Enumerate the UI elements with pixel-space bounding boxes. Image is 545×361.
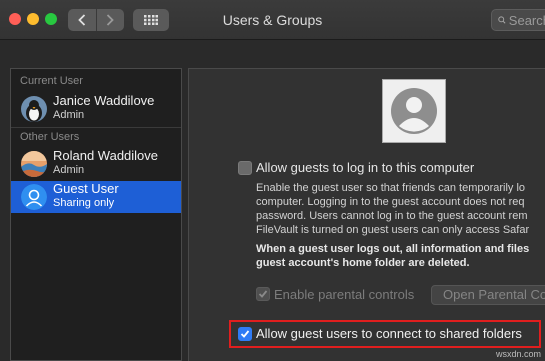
current-user-header: Current User [20, 75, 83, 87]
checkmark-icon [258, 290, 268, 298]
other-users-header: Other Users [20, 131, 80, 143]
divider [11, 127, 181, 128]
avatar [21, 184, 47, 210]
generic-user-icon [391, 88, 437, 134]
watermark: wsxdn.com [496, 349, 542, 359]
search-placeholder: Search [508, 12, 545, 28]
shared-folders-checkbox[interactable] [238, 327, 252, 341]
guest-description-line: Enable the guest user so that friends ca… [256, 182, 526, 194]
allow-guest-login-checkbox[interactable] [238, 161, 252, 175]
user-list-sidebar: Current User Janice Waddilove Admin Othe… [10, 68, 182, 361]
guest-picture[interactable] [382, 79, 446, 143]
checkmark-icon [240, 330, 250, 338]
parental-controls-label: Enable parental controls [274, 287, 415, 302]
user-item-roland[interactable]: Roland Waddilove Admin [11, 148, 181, 180]
penguin-avatar-icon [21, 96, 47, 122]
title-bar: Users & Groups Search [0, 0, 545, 40]
search-icon [498, 16, 506, 24]
navigation-buttons [68, 9, 124, 31]
guest-description-line: computer. Logging in to the guest accoun… [256, 196, 525, 208]
forward-button[interactable] [95, 9, 125, 31]
guest-user-icon [21, 184, 47, 210]
minimize-window-button[interactable] [27, 13, 39, 25]
guest-warning-line: guest account's home folder are deleted. [256, 257, 470, 269]
user-role: Admin [53, 164, 85, 176]
user-name: Guest User [53, 181, 119, 196]
chevron-right-icon [107, 14, 115, 26]
user-item-guest[interactable]: Guest User Sharing only [11, 181, 181, 213]
open-parental-controls-button[interactable]: Open Parental Co [431, 285, 545, 305]
guest-warning-line: When a guest user logs out, all informat… [256, 243, 530, 255]
user-name: Roland Waddilove [53, 148, 159, 163]
close-window-button[interactable] [9, 13, 21, 25]
user-role: Admin [53, 109, 85, 121]
zoom-window-button[interactable] [45, 13, 57, 25]
show-all-button[interactable] [133, 9, 169, 31]
guest-description-line: password. Users cannot log in to the gue… [256, 210, 528, 222]
user-item-janice[interactable]: Janice Waddilove Admin [11, 93, 181, 125]
avatar [21, 151, 47, 177]
shared-folders-label: Allow guest users to connect to shared f… [256, 326, 522, 341]
parental-controls-checkbox[interactable] [256, 287, 270, 301]
user-role: Sharing only [53, 197, 115, 209]
user-name: Janice Waddilove [53, 93, 155, 108]
chevron-left-icon [77, 14, 85, 26]
search-field[interactable]: Search [491, 9, 545, 31]
avatar [21, 96, 47, 122]
guest-description-line: FileVault is turned on guest users can o… [256, 224, 530, 236]
back-button[interactable] [68, 9, 96, 31]
grid-icon [144, 15, 158, 25]
landscape-avatar-icon [21, 151, 47, 177]
allow-guest-login-label: Allow guests to log in to this computer [256, 160, 475, 175]
